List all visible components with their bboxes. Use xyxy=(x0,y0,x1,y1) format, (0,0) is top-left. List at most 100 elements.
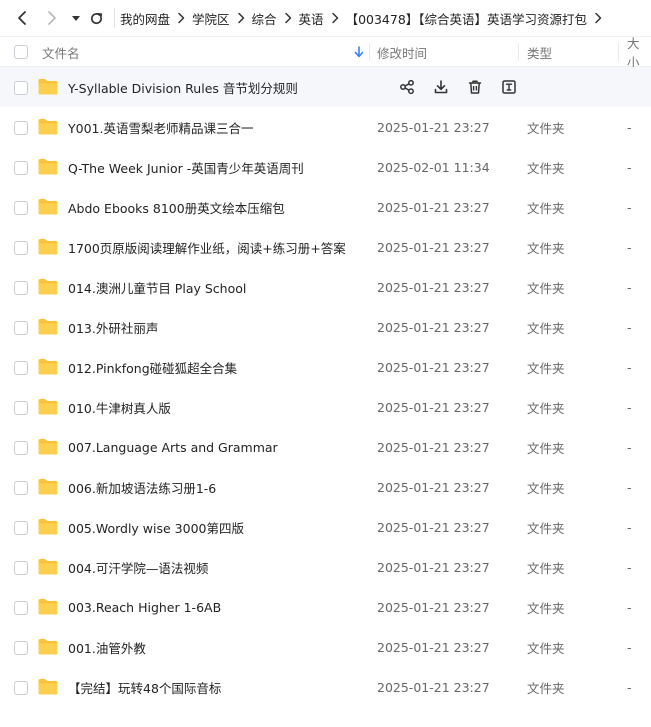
file-name[interactable]: Abdo Ebooks 8100册英文绘本压缩包 xyxy=(68,187,285,227)
column-divider xyxy=(518,43,519,61)
download-button[interactable] xyxy=(431,77,451,97)
file-size: - xyxy=(627,399,632,415)
file-row[interactable]: 013.外研社丽声 2025-01-21 23:27 文件夹 - xyxy=(0,307,651,347)
row-checkbox[interactable] xyxy=(14,641,28,655)
breadcrumb-item-general[interactable]: 综合 xyxy=(252,9,277,28)
refresh-button[interactable] xyxy=(86,8,106,28)
file-row[interactable]: 010.牛津树真人版 2025-01-21 23:27 文件夹 - xyxy=(0,387,651,427)
file-name[interactable]: 004.可汗学院—语法视频 xyxy=(68,547,208,587)
rename-button[interactable] xyxy=(499,77,519,97)
rename-icon xyxy=(502,80,516,94)
file-name[interactable]: 007.Language Arts and Grammar xyxy=(68,427,278,467)
file-row[interactable]: Q-The Week Junior -英国青少年英语周刊 2025-02-01 1… xyxy=(0,147,651,187)
row-checkbox[interactable] xyxy=(14,161,28,175)
download-icon xyxy=(434,80,448,94)
column-header-name[interactable]: 文件名 xyxy=(42,37,80,67)
file-name[interactable]: 005.Wordly wise 3000第四版 xyxy=(68,507,244,547)
chevron-right-icon xyxy=(277,12,299,24)
row-checkbox[interactable] xyxy=(14,441,28,455)
folder-icon xyxy=(38,598,58,615)
file-row[interactable]: 003.Reach Higher 1-6AB 2025-01-21 23:27 文件… xyxy=(0,587,651,627)
file-name[interactable]: 001.油管外教 xyxy=(68,627,146,667)
file-modified: 2025-01-21 23:27 xyxy=(377,439,490,455)
file-type: 文件夹 xyxy=(527,400,565,416)
file-modified: 2025-01-21 23:27 xyxy=(377,599,490,615)
file-name[interactable]: Q-The Week Junior -英国青少年英语周刊 xyxy=(68,147,304,187)
column-header-modified[interactable]: 修改时间 xyxy=(377,37,427,67)
row-checkbox[interactable] xyxy=(14,321,28,335)
column-header-size[interactable]: 大小 xyxy=(627,36,651,70)
breadcrumb-item-english[interactable]: 英语 xyxy=(299,9,324,28)
file-row[interactable]: 006.新加坡语法练习册1-6 2025-01-21 23:27 文件夹 - xyxy=(0,467,651,507)
row-checkbox[interactable] xyxy=(14,81,28,95)
file-modified: 2025-01-21 23:27 xyxy=(377,679,490,695)
delete-button[interactable] xyxy=(465,77,485,97)
file-name[interactable]: 014.澳洲儿童节目 Play School xyxy=(68,267,246,307)
row-checkbox[interactable] xyxy=(14,361,28,375)
file-row[interactable]: 007.Language Arts and Grammar 2025-01-21 … xyxy=(0,427,651,467)
file-name[interactable]: 003.Reach Higher 1-6AB xyxy=(68,587,221,627)
row-checkbox[interactable] xyxy=(14,121,28,135)
file-row[interactable]: 【完结】玩转48个国际音标 2025-01-21 23:27 文件夹 - xyxy=(0,667,651,707)
row-checkbox[interactable] xyxy=(14,481,28,495)
row-checkbox[interactable] xyxy=(14,241,28,255)
file-row[interactable]: 005.Wordly wise 3000第四版 2025-01-21 23:27 文… xyxy=(0,507,651,547)
back-button[interactable] xyxy=(12,8,32,28)
breadcrumb: 我的网盘 学院区 综合 英语 【003478】【综合英语】英语学习资源打包 xyxy=(120,0,609,36)
file-name[interactable]: 013.外研社丽声 xyxy=(68,307,158,347)
file-name[interactable]: 【完结】玩转48个国际音标 xyxy=(68,667,221,707)
file-name[interactable]: 010.牛津树真人版 xyxy=(68,387,171,427)
folder-icon xyxy=(38,638,58,655)
file-type: 文件夹 xyxy=(527,440,565,456)
row-checkbox[interactable] xyxy=(14,601,28,615)
file-row[interactable]: 001.油管外教 2025-01-21 23:27 文件夹 - xyxy=(0,627,651,667)
delete-icon xyxy=(468,80,482,94)
file-type: 文件夹 xyxy=(527,360,565,376)
row-checkbox[interactable] xyxy=(14,201,28,215)
chevron-right-icon xyxy=(587,12,609,24)
row-checkbox[interactable] xyxy=(14,521,28,535)
file-list-header: 文件名 修改时间 类型 大小 xyxy=(0,36,651,70)
folder-icon xyxy=(38,478,58,495)
file-row[interactable]: 014.澳洲儿童节目 Play School 2025-01-21 23:27 文件… xyxy=(0,267,651,307)
row-checkbox[interactable] xyxy=(14,281,28,295)
sort-button[interactable] xyxy=(354,37,364,67)
file-modified: 2025-01-21 23:27 xyxy=(377,479,490,495)
breadcrumb-item-current[interactable]: 【003478】【综合英语】英语学习资源打包 xyxy=(346,9,587,28)
file-name[interactable]: 006.新加坡语法练习册1-6 xyxy=(68,467,216,507)
folder-icon xyxy=(38,158,58,175)
row-checkbox[interactable] xyxy=(14,401,28,415)
history-dropdown[interactable] xyxy=(66,8,86,28)
file-name[interactable]: Y-Syllable Division Rules 音节划分规则 xyxy=(68,67,298,107)
file-name[interactable]: 012.Pinkfong碰碰狐超全合集 xyxy=(68,347,237,387)
file-row[interactable]: 012.Pinkfong碰碰狐超全合集 2025-01-21 23:27 文件夹 - xyxy=(0,347,651,387)
file-type: 文件夹 xyxy=(527,480,565,496)
forward-button[interactable] xyxy=(42,8,62,28)
file-type: 文件夹 xyxy=(527,240,565,256)
breadcrumb-item-my-drive[interactable]: 我的网盘 xyxy=(120,9,170,28)
breadcrumb-item-academy[interactable]: 学院区 xyxy=(192,9,230,28)
folder-icon xyxy=(38,398,58,415)
row-checkbox[interactable] xyxy=(14,561,28,575)
file-type: 文件夹 xyxy=(527,640,565,656)
folder-icon xyxy=(38,238,58,255)
file-row[interactable]: 004.可汗学院—语法视频 2025-01-21 23:27 文件夹 - xyxy=(0,547,651,587)
file-size: - xyxy=(627,199,632,215)
file-modified: 2025-01-21 23:27 xyxy=(377,239,490,255)
file-modified: 2025-01-21 23:27 xyxy=(377,199,490,215)
folder-icon xyxy=(38,518,58,535)
select-all-checkbox[interactable] xyxy=(14,45,28,59)
file-name[interactable]: Y001.英语雪梨老师精品课三合一 xyxy=(68,107,253,147)
row-checkbox[interactable] xyxy=(14,681,28,695)
file-row[interactable]: Y001.英语雪梨老师精品课三合一 2025-01-21 23:27 文件夹 - xyxy=(0,107,651,147)
file-row[interactable]: 1700页原版阅读理解作业纸，阅读+练习册+答案 2025-01-21 23:27… xyxy=(0,227,651,267)
file-modified: 2025-01-21 23:27 xyxy=(377,119,490,135)
file-row[interactable]: Y-Syllable Division Rules 音节划分规则 xyxy=(0,67,651,107)
file-name[interactable]: 1700页原版阅读理解作业纸，阅读+练习册+答案 xyxy=(68,227,346,267)
share-button[interactable] xyxy=(397,77,417,97)
file-size: - xyxy=(627,639,632,655)
chevron-right-icon xyxy=(48,11,56,25)
column-header-type[interactable]: 类型 xyxy=(527,37,552,67)
file-row[interactable]: Abdo Ebooks 8100册英文绘本压缩包 2025-01-21 23:27… xyxy=(0,187,651,227)
file-modified: 2025-01-21 23:27 xyxy=(377,279,490,295)
